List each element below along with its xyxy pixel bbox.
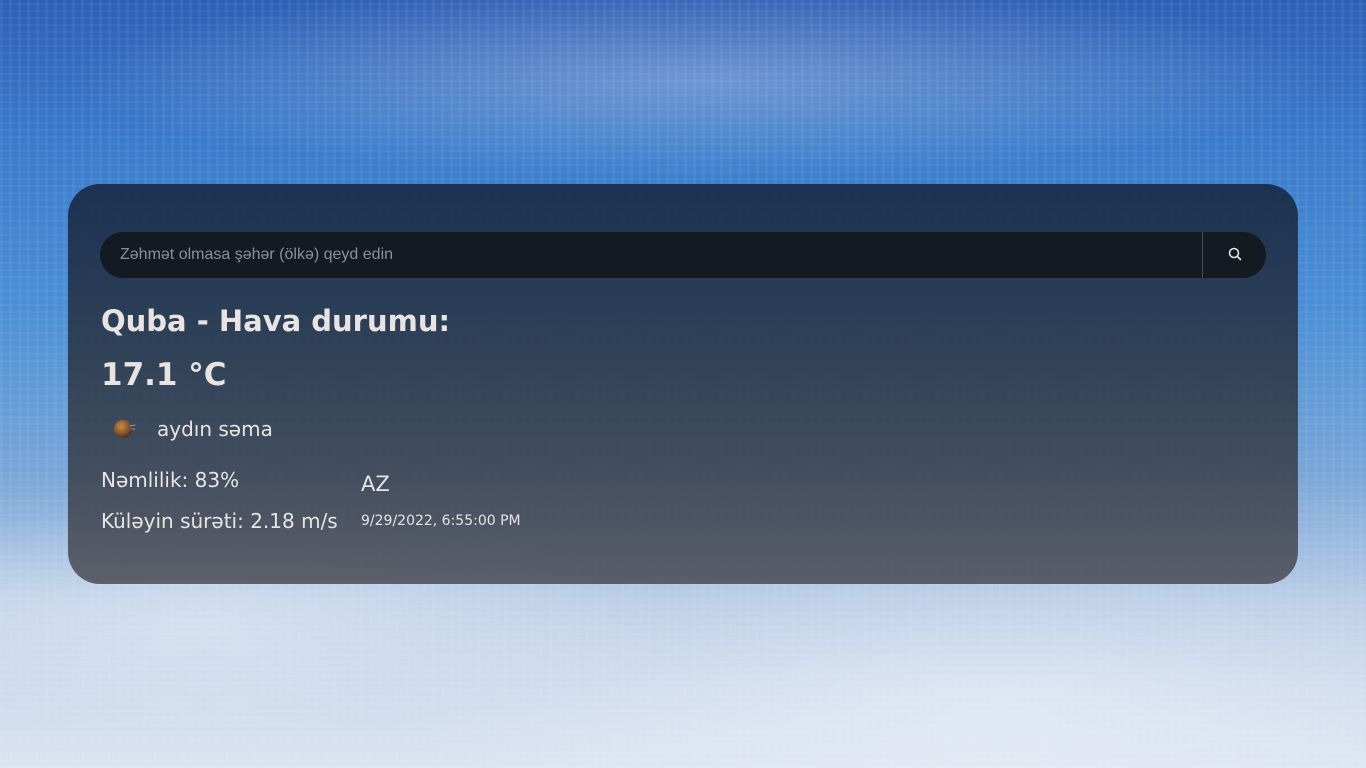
humidity-value: Nəmlilik: 83% — [101, 468, 240, 492]
city-search-input[interactable] — [100, 232, 1202, 278]
search-button[interactable] — [1203, 232, 1266, 278]
country-code: AZ — [361, 472, 390, 496]
search-icon — [1228, 246, 1242, 265]
clear-sky-moon-icon — [112, 416, 138, 442]
search-bar — [100, 232, 1266, 278]
observation-datetime: 9/29/2022, 6:55:00 PM — [361, 513, 521, 529]
weather-description-row: aydın səma — [112, 416, 273, 442]
temperature-value: 17.1 °C — [101, 357, 227, 393]
wind-speed-value: Küləyin sürəti: 2.18 m/s — [101, 509, 338, 533]
weather-card: Quba - Hava durumu: 17.1 °C aydın səma N… — [68, 184, 1298, 584]
weather-description: aydın səma — [157, 417, 273, 441]
weather-title: Quba - Hava durumu: — [101, 304, 451, 338]
